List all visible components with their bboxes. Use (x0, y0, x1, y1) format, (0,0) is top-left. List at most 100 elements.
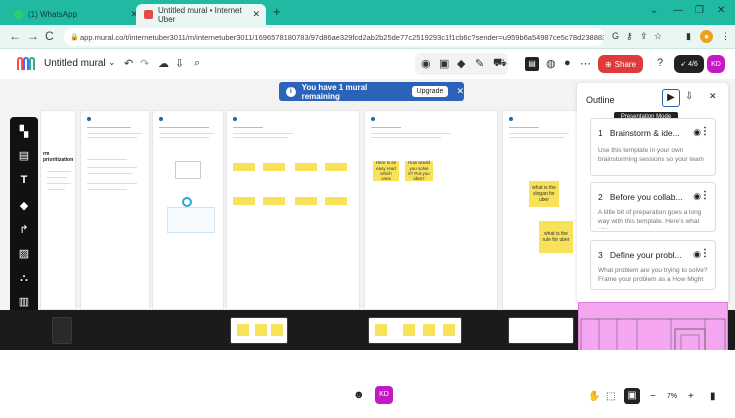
frame-before-collaborate[interactable] (80, 110, 150, 310)
zoom-level[interactable]: 7% (667, 393, 677, 400)
mural-limit-banner: i You have 1 mural remaining Upgrade ✕ (279, 82, 464, 101)
lock-icon: 🔒 (70, 34, 79, 41)
google-icon[interactable]: G (612, 31, 619, 41)
text-icon[interactable]: T (17, 173, 31, 187)
gift-icon[interactable]: ▣ (439, 57, 449, 70)
whatsapp-icon (14, 10, 23, 19)
outline-item[interactable]: 3 Define your probl... ◉ ⋮ What problem … (590, 240, 716, 290)
minimap-toggle-icon[interactable]: ▮ (710, 391, 716, 402)
url-text: app.mural.co/t/internetuber3011/m/intern… (80, 32, 604, 42)
frame-share-ideas[interactable]: Here is an easy read which ones How woul… (364, 110, 498, 310)
select-icon[interactable]: ⬚ (606, 391, 615, 402)
image-icon[interactable]: ▨ (17, 247, 31, 261)
back-arrow-icon[interactable]: ← (9, 29, 21, 43)
item-number: 2 (598, 192, 603, 202)
item-title: Brainstorm & ide... (609, 128, 680, 138)
mural-logo-icon[interactable] (17, 57, 37, 71)
tab-title: Untitled mural • Internet Uber (158, 5, 242, 24)
sticky-note[interactable]: Here is an easy read which ones (373, 160, 399, 181)
outline-item[interactable]: 1 Brainstorm & ide... ◉ ⋮ Use this templ… (590, 118, 716, 176)
kebab-menu-icon[interactable]: ⋮ (700, 190, 710, 201)
chevron-down-icon[interactable]: ⌄ (650, 5, 658, 16)
item-description: A little bit of preparation goes a long … (598, 209, 702, 229)
outline-title: Outline (586, 95, 615, 105)
share-page-icon[interactable]: ⇪ (640, 31, 648, 42)
incognito-icon[interactable]: ◆ (457, 57, 465, 70)
sidebar-toggle-icon[interactable]: ▮ (686, 31, 691, 42)
timer-button[interactable]: ➶ 4/6 (674, 55, 704, 73)
avatar[interactable]: KD (707, 55, 725, 73)
chevron-down-icon[interactable]: ⌄ (108, 57, 116, 68)
tab-title: (1) WhatsApp (28, 10, 77, 19)
help-icon[interactable]: ? (657, 57, 663, 69)
share-button[interactable]: ⊕ Share (598, 55, 643, 73)
outline-item[interactable]: 2 Before you collab... ◉ ⋮ A little bit … (590, 182, 716, 232)
export-icon[interactable]: ⇩ (175, 57, 184, 70)
close-icon[interactable]: ✕ (709, 91, 717, 102)
frame-prioritize[interactable]: what is the slogan for uber what is the … (502, 110, 580, 310)
outline-thumbnail[interactable] (52, 317, 72, 344)
frame-prioritization[interactable]: rm prioritization (40, 110, 76, 310)
smiley-icon[interactable]: ☻ (353, 389, 365, 401)
key-icon[interactable]: ⚷ (626, 31, 633, 42)
templates-icon[interactable]: ▚ (17, 125, 31, 139)
new-tab-button[interactable]: + (273, 4, 281, 19)
profile-avatar[interactable]: ● (700, 30, 713, 43)
chat-icon[interactable]: ◍ (546, 57, 556, 70)
palette-icon[interactable]: ◉ (421, 57, 431, 70)
shapes-icon[interactable]: ◆ (17, 199, 31, 213)
redo-icon[interactable]: ↷ (140, 57, 149, 70)
undo-icon[interactable]: ↶ (124, 57, 133, 70)
table-icon[interactable]: ▥ (17, 295, 31, 309)
outline-thumbnail[interactable] (508, 317, 574, 344)
presentation-mode-button[interactable]: ▶ (662, 89, 680, 107)
tab-whatsapp[interactable]: (1) WhatsApp ✕ (6, 4, 144, 25)
frame-brainstorm[interactable] (226, 110, 360, 310)
outline-thumbnail[interactable] (230, 317, 288, 344)
connector-icon[interactable]: ↱ (17, 223, 31, 237)
comments-icon[interactable]: ▤ (525, 57, 539, 71)
browser-menu-icon[interactable]: ⋮ (721, 31, 730, 42)
zoom-out-icon[interactable]: − (650, 391, 656, 402)
frameworks-icon[interactable]: ⛬ (17, 271, 31, 285)
item-description: What problem are you trying to solve? Fr… (598, 267, 708, 283)
kebab-menu-icon[interactable]: ⋮ (700, 126, 710, 137)
sticky-note[interactable]: How would you solve it? Put you idea? (405, 160, 433, 181)
item-number: 3 (598, 250, 603, 260)
mural-title[interactable]: Untitled mural (44, 58, 106, 69)
close-icon[interactable]: ✕ (456, 86, 464, 97)
close-icon[interactable]: ✕ (252, 9, 260, 20)
tab-mural[interactable]: Untitled mural • Internet Uber ✕ (136, 4, 266, 25)
search-icon[interactable]: ⌕ (194, 57, 200, 70)
outline-toggle-icon[interactable]: ▣ (624, 388, 640, 404)
sticky-note[interactable]: what is the rule for uber (539, 221, 573, 253)
restore-icon[interactable]: ❐ (695, 5, 704, 16)
window-close-icon[interactable]: ✕ (717, 5, 725, 16)
rocket-icon: ➶ (680, 61, 687, 68)
minimize-icon[interactable]: — (673, 5, 683, 16)
sticky-note-icon[interactable]: ▤ (17, 149, 31, 163)
user-icon[interactable]: ● (564, 57, 571, 69)
item-title: Define your probl... (609, 250, 682, 260)
item-description: Use this template in your own brainstorm… (598, 147, 704, 163)
hand-icon[interactable]: ✋ (588, 391, 600, 402)
star-icon[interactable]: ☆ (654, 31, 662, 42)
cloud-icon[interactable]: ☁ (158, 57, 169, 70)
download-icon[interactable]: ⇩ (685, 91, 693, 102)
timer-badge: 4/6 (688, 60, 698, 68)
kebab-menu-icon[interactable]: ⋮ (700, 248, 710, 259)
more-options-icon[interactable]: ⋯ (580, 57, 591, 70)
frame-define-problem[interactable] (152, 110, 224, 310)
laser-pointer-icon[interactable]: ✎ (475, 57, 484, 70)
reload-icon[interactable]: C (45, 29, 54, 43)
sticky-note[interactable]: what is the slogan for uber (529, 181, 559, 207)
upgrade-button[interactable]: Upgrade (411, 86, 449, 97)
share-label: Share (614, 59, 637, 69)
forward-arrow-icon[interactable]: → (27, 29, 39, 43)
mural-favicon-icon (144, 10, 153, 19)
car-icon[interactable]: ⛟ (493, 57, 507, 71)
avatar[interactable]: KD (375, 386, 393, 404)
outline-thumbnail[interactable] (368, 317, 462, 344)
zoom-in-icon[interactable]: + (688, 391, 694, 402)
url-input[interactable]: 🔒 app.mural.co/t/internetuber3011/m/inte… (64, 28, 604, 46)
